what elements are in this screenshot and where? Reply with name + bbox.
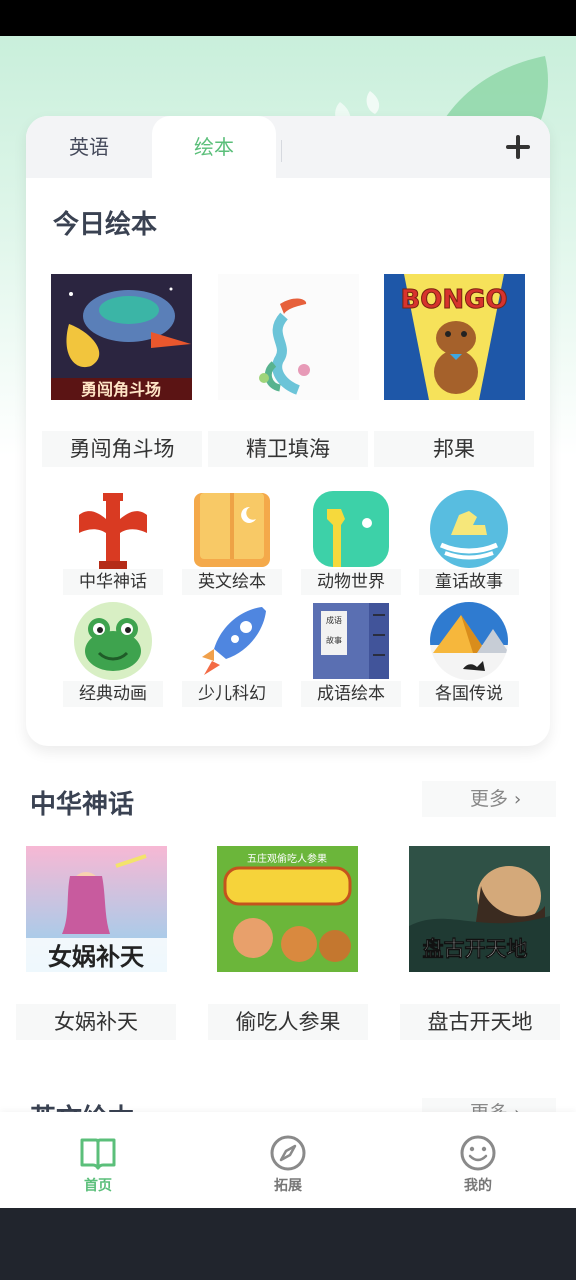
chevron-right-icon: ›: [514, 789, 522, 810]
plus-icon[interactable]: [504, 133, 532, 161]
nav-label: 首页: [84, 1178, 112, 1194]
rocket-icon: [202, 607, 266, 675]
tab-bar: 英语 绘本: [26, 116, 550, 178]
book-title[interactable]: 勇闯角斗场: [42, 431, 202, 467]
nav-explore[interactable]: 拓展: [218, 1112, 358, 1208]
book-cover-jingwei[interactable]: [218, 274, 359, 400]
category-label: 英文绘本: [182, 569, 282, 595]
compass-icon: [270, 1135, 306, 1171]
tab-divider: [281, 140, 282, 162]
rocking-horse-icon: [430, 490, 508, 568]
more-link[interactable]: 更多›: [422, 781, 556, 817]
category-idiom-books[interactable]: 成语 故事 成语绘本: [301, 601, 401, 711]
bottom-navigation: 首页 拓展 我的: [0, 1112, 576, 1208]
category-label: 经典动画: [63, 681, 163, 707]
svg-text:盘古开天地: 盘古开天地: [423, 937, 528, 961]
section-title-today: 今日绘本: [53, 210, 158, 240]
book-title[interactable]: 邦果: [374, 431, 534, 467]
book-cover-ginseng[interactable]: 五庄观偷吃人参果: [217, 846, 358, 972]
book-cover-nuwa[interactable]: 女娲补天: [26, 846, 167, 972]
category-label: 各国传说: [419, 681, 519, 707]
category-label: 童话故事: [419, 569, 519, 595]
more-label: 更多: [470, 1102, 508, 1112]
section-title-english-books: 英文绘本: [30, 1098, 134, 1112]
svg-text:勇闯角斗场: 勇闯角斗场: [81, 380, 161, 399]
category-label: 成语绘本: [301, 681, 401, 707]
book-cover-pangu[interactable]: 盘古开天地: [409, 846, 550, 972]
category-chinese-myth[interactable]: 中华神话: [63, 489, 163, 599]
category-classic-animation[interactable]: 经典动画: [63, 601, 163, 711]
section-title-chinese-myth: 中华神话: [30, 790, 135, 820]
category-label: 中华神话: [63, 569, 163, 595]
category-label: 动物世界: [301, 569, 401, 595]
category-world-legends[interactable]: 各国传说: [419, 601, 519, 711]
section-peek: 英文绘本 更多 ›: [0, 1094, 576, 1112]
category-kids-scifi[interactable]: 少儿科幻: [182, 601, 282, 711]
book-title[interactable]: 偷吃人参果: [208, 1004, 368, 1040]
pillar-icon: [79, 493, 147, 569]
smiley-icon: [460, 1135, 496, 1171]
tab-picture-book[interactable]: 绘本: [152, 116, 276, 178]
category-fairy-tales[interactable]: 童话故事: [419, 489, 519, 599]
nav-profile[interactable]: 我的: [408, 1112, 548, 1208]
idiom-book-icon: 成语 故事: [313, 603, 389, 679]
giraffe-icon: [313, 491, 389, 567]
svg-text:女娲补天: 女娲补天: [48, 943, 144, 971]
book-title[interactable]: 女娲补天: [16, 1004, 176, 1040]
book-cover-bongo[interactable]: BONGO: [384, 274, 525, 400]
nav-label: 拓展: [274, 1178, 302, 1194]
open-book-icon: [194, 493, 270, 567]
picture-book-card: 英语 绘本 今日绘本 勇闯角斗场 BONGO 勇闯角斗场 精卫填海 邦果 中华神…: [26, 116, 550, 746]
nav-home[interactable]: 首页: [28, 1112, 168, 1208]
category-label: 少儿科幻: [182, 681, 282, 707]
book-title[interactable]: 盘古开天地: [400, 1004, 560, 1040]
tab-english[interactable]: 英语: [26, 116, 152, 178]
nav-label: 我的: [464, 1178, 492, 1194]
book-title[interactable]: 精卫填海: [208, 431, 368, 467]
status-bar: [0, 0, 576, 36]
category-english-books[interactable]: 英文绘本: [182, 489, 282, 599]
more-link[interactable]: 更多 ›: [422, 1098, 556, 1112]
svg-text:五庄观偷吃人参果: 五庄观偷吃人参果: [247, 852, 327, 865]
pyramid-icon: [430, 602, 508, 680]
category-animal-world[interactable]: 动物世界: [301, 489, 401, 599]
book-cover-colosseum[interactable]: 勇闯角斗场: [51, 274, 192, 400]
system-navigation-bar: [0, 1208, 576, 1280]
svg-text:成语: 成语: [326, 615, 342, 625]
svg-text:故事: 故事: [326, 635, 342, 645]
chevron-right-icon: ›: [514, 1099, 521, 1112]
svg-text:BONGO: BONGO: [400, 285, 507, 315]
book-icon: [80, 1138, 116, 1170]
more-label: 更多: [470, 788, 509, 810]
frog-icon: [74, 602, 152, 680]
